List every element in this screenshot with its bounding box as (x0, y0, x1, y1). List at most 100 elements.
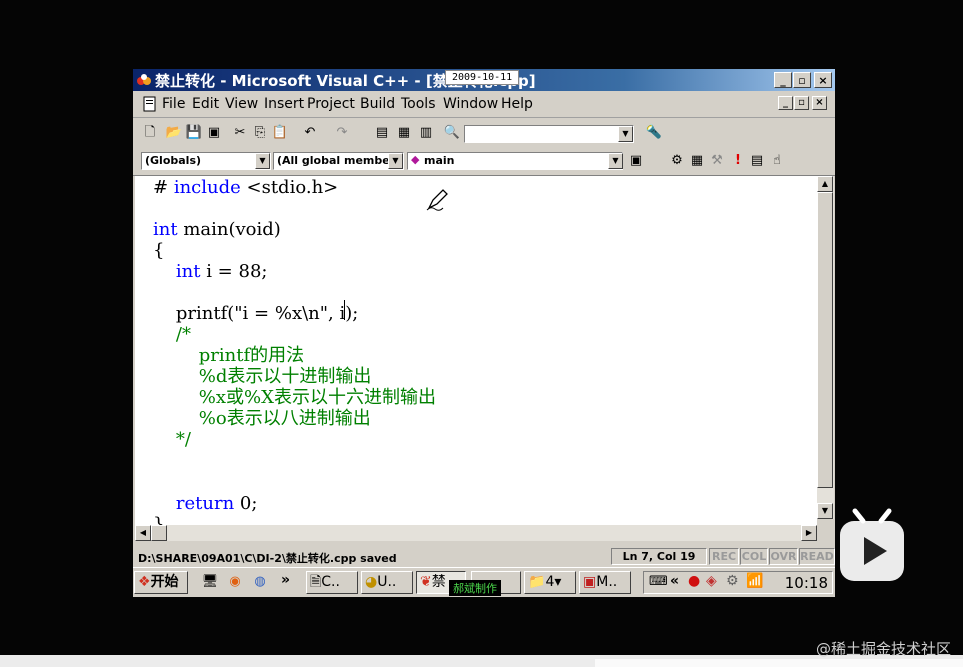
menu-insert[interactable]: Insert (264, 96, 304, 112)
scroll-up-button[interactable]: ▲ (817, 176, 833, 192)
window-list-icon[interactable]: ▥ (417, 124, 435, 142)
function-combo[interactable]: main (407, 152, 623, 170)
read-indicator: READ (799, 548, 835, 565)
copy-icon[interactable]: ⎘ (251, 124, 269, 142)
workspace-icon[interactable]: ▤ (373, 124, 391, 142)
new-text-file-icon[interactable]: 🗋 (141, 124, 159, 142)
text-cursor (344, 300, 345, 320)
keyboard-icon[interactable]: ⌨ (649, 574, 668, 589)
output-window-icon[interactable]: ▦ (395, 124, 413, 142)
doc-maximize-button[interactable]: ▫ (794, 96, 809, 110)
horizontal-scroll-thumb[interactable] (151, 525, 167, 541)
record-icon[interactable]: ● (688, 573, 700, 589)
task-button-folder[interactable]: 📁4▾ (524, 571, 576, 594)
function-dropdown-button[interactable]: ▼ (608, 153, 623, 169)
wizard-action-icon[interactable]: ▣ (627, 152, 645, 170)
title-bar[interactable]: 禁止转化 - Microsoft Visual C++ - [禁止转化.cpp]… (133, 69, 835, 91)
task-button-c[interactable]: 🗎C.. (306, 571, 358, 594)
media-icon[interactable]: ◍ (251, 573, 269, 591)
menu-help[interactable]: Help (501, 96, 533, 112)
go-icon[interactable]: ▤ (748, 152, 766, 170)
visual-cpp-window: 禁止转化 - Microsoft Visual C++ - [禁止转化.cpp]… (133, 69, 835, 597)
clock[interactable]: 10:18 (785, 574, 828, 592)
pen-cursor-icon (426, 189, 448, 211)
comment-line: %o表示以八进制输出 (153, 408, 371, 429)
code-line: int main(void) (153, 219, 281, 240)
menu-project[interactable]: Project (307, 96, 355, 112)
find-in-files-icon[interactable]: 🔍 (443, 124, 461, 142)
menu-file[interactable]: File (162, 96, 185, 112)
task-button-m[interactable]: ▣M.. (579, 571, 631, 594)
execute-icon[interactable]: ! (729, 152, 747, 170)
tray-settings-icon[interactable]: ⚙ (726, 573, 739, 589)
globals-dropdown-button[interactable]: ▼ (255, 153, 270, 169)
vertical-scrollbar[interactable]: ▲ ▼ (817, 176, 834, 519)
open-folder-icon[interactable]: 📂 (165, 124, 183, 142)
globe-icon: ◕ (365, 574, 378, 590)
status-bar: D:\SHARE\09A01\C\DI-2\禁止转化.cpp saved Ln … (133, 547, 835, 567)
members-dropdown-button[interactable]: ▼ (388, 153, 403, 169)
menu-build[interactable]: Build (360, 96, 395, 112)
document-icon[interactable] (142, 96, 158, 112)
find-input[interactable] (464, 125, 634, 143)
task-button-u[interactable]: ◕U.. (361, 571, 413, 594)
menu-edit[interactable]: Edit (192, 96, 219, 112)
breakpoint-hand-icon[interactable]: ☝ (768, 152, 786, 170)
vc-app-icon (137, 74, 151, 85)
horizontal-scrollbar[interactable]: ◀ ▶ (135, 525, 817, 541)
rec-indicator: REC (709, 548, 739, 565)
minimize-button[interactable]: _ (774, 72, 792, 88)
status-message: D:\SHARE\09A01\C\DI-2\禁止转化.cpp saved (138, 552, 397, 565)
maximize-button[interactable]: ▫ (793, 72, 811, 88)
quicklaunch-desktop-icon[interactable]: 🖥 (201, 573, 219, 591)
redo-icon[interactable]: ↷ (333, 124, 351, 142)
stop-build-icon[interactable]: ⚒ (708, 152, 726, 170)
tray-expand-button[interactable]: « (670, 573, 679, 589)
quicklaunch-more[interactable]: » (281, 572, 290, 588)
members-combo[interactable]: (All global member (273, 152, 404, 170)
menu-tools[interactable]: Tools (401, 96, 436, 112)
vertical-scroll-thumb[interactable] (817, 192, 833, 488)
save-all-icon[interactable]: ▣ (205, 124, 223, 142)
globals-combo[interactable]: (Globals) (141, 152, 271, 170)
windows-logo-icon: ❖ (138, 574, 151, 590)
undo-icon[interactable]: ↶ (301, 124, 319, 142)
watermark-text: @稀土掘金技术社区 (815, 640, 951, 658)
doc-minimize-button[interactable]: _ (778, 96, 793, 110)
code-line: int i = 88; (175, 261, 268, 282)
code-line: # include <stdio.h> (153, 177, 339, 198)
network-signal-icon[interactable]: 📶 (746, 573, 763, 589)
system-tray: ⌨ « ● ◈ ⚙ 📶 10:18 (643, 571, 833, 594)
code-line: } (153, 514, 165, 525)
col-indicator: COL (740, 548, 768, 565)
ovr-indicator: OVR (769, 548, 798, 565)
cursor-position: Ln 7, Col 19 (611, 548, 707, 565)
scroll-left-button[interactable]: ◀ (135, 525, 151, 541)
play-icon[interactable] (837, 507, 907, 583)
wizard-toolbar: (Globals) ▼ (All global member ▼ main ◆ … (133, 149, 835, 176)
menu-bar: File Edit View Insert Project Build Tool… (133, 91, 835, 118)
start-button[interactable]: ❖开始 (134, 571, 188, 594)
paste-icon[interactable]: 📋 (271, 124, 289, 142)
compile-icon[interactable]: ⚙ (668, 152, 686, 170)
comment-line: %d表示以十进制输出 (153, 366, 372, 387)
menu-window[interactable]: Window (443, 96, 498, 112)
code-editor[interactable]: # include <stdio.h> int main(void) { int… (135, 176, 817, 525)
tray-app-icon[interactable]: ◈ (706, 573, 717, 589)
scroll-right-button[interactable]: ▶ (801, 525, 817, 541)
doc-close-button[interactable]: × (812, 96, 827, 110)
close-button[interactable]: × (814, 72, 832, 88)
standard-toolbar: 🗋 📂 💾 ▣ ✂ ⎘ 📋 ↶ ↷ ▤ ▦ ▥ 🔍 ▼ 🔦 (133, 119, 835, 147)
build-icon[interactable]: ▦ (688, 152, 706, 170)
vc-task-icon: ❦ (420, 574, 432, 590)
find-dropdown-button[interactable]: ▼ (618, 126, 633, 142)
save-icon[interactable]: 💾 (185, 124, 203, 142)
menu-view[interactable]: View (225, 96, 258, 112)
firefox-icon[interactable]: ◉ (226, 573, 244, 591)
scroll-down-button[interactable]: ▼ (817, 503, 833, 519)
find-icon[interactable]: 🔦 (645, 124, 663, 142)
author-overlay-label: 郝斌制作 (449, 580, 501, 596)
cut-icon[interactable]: ✂ (231, 124, 249, 142)
function-combo-wrap[interactable]: main ◆ (407, 152, 623, 170)
date-overlay: 2009-10-11 (445, 70, 520, 85)
